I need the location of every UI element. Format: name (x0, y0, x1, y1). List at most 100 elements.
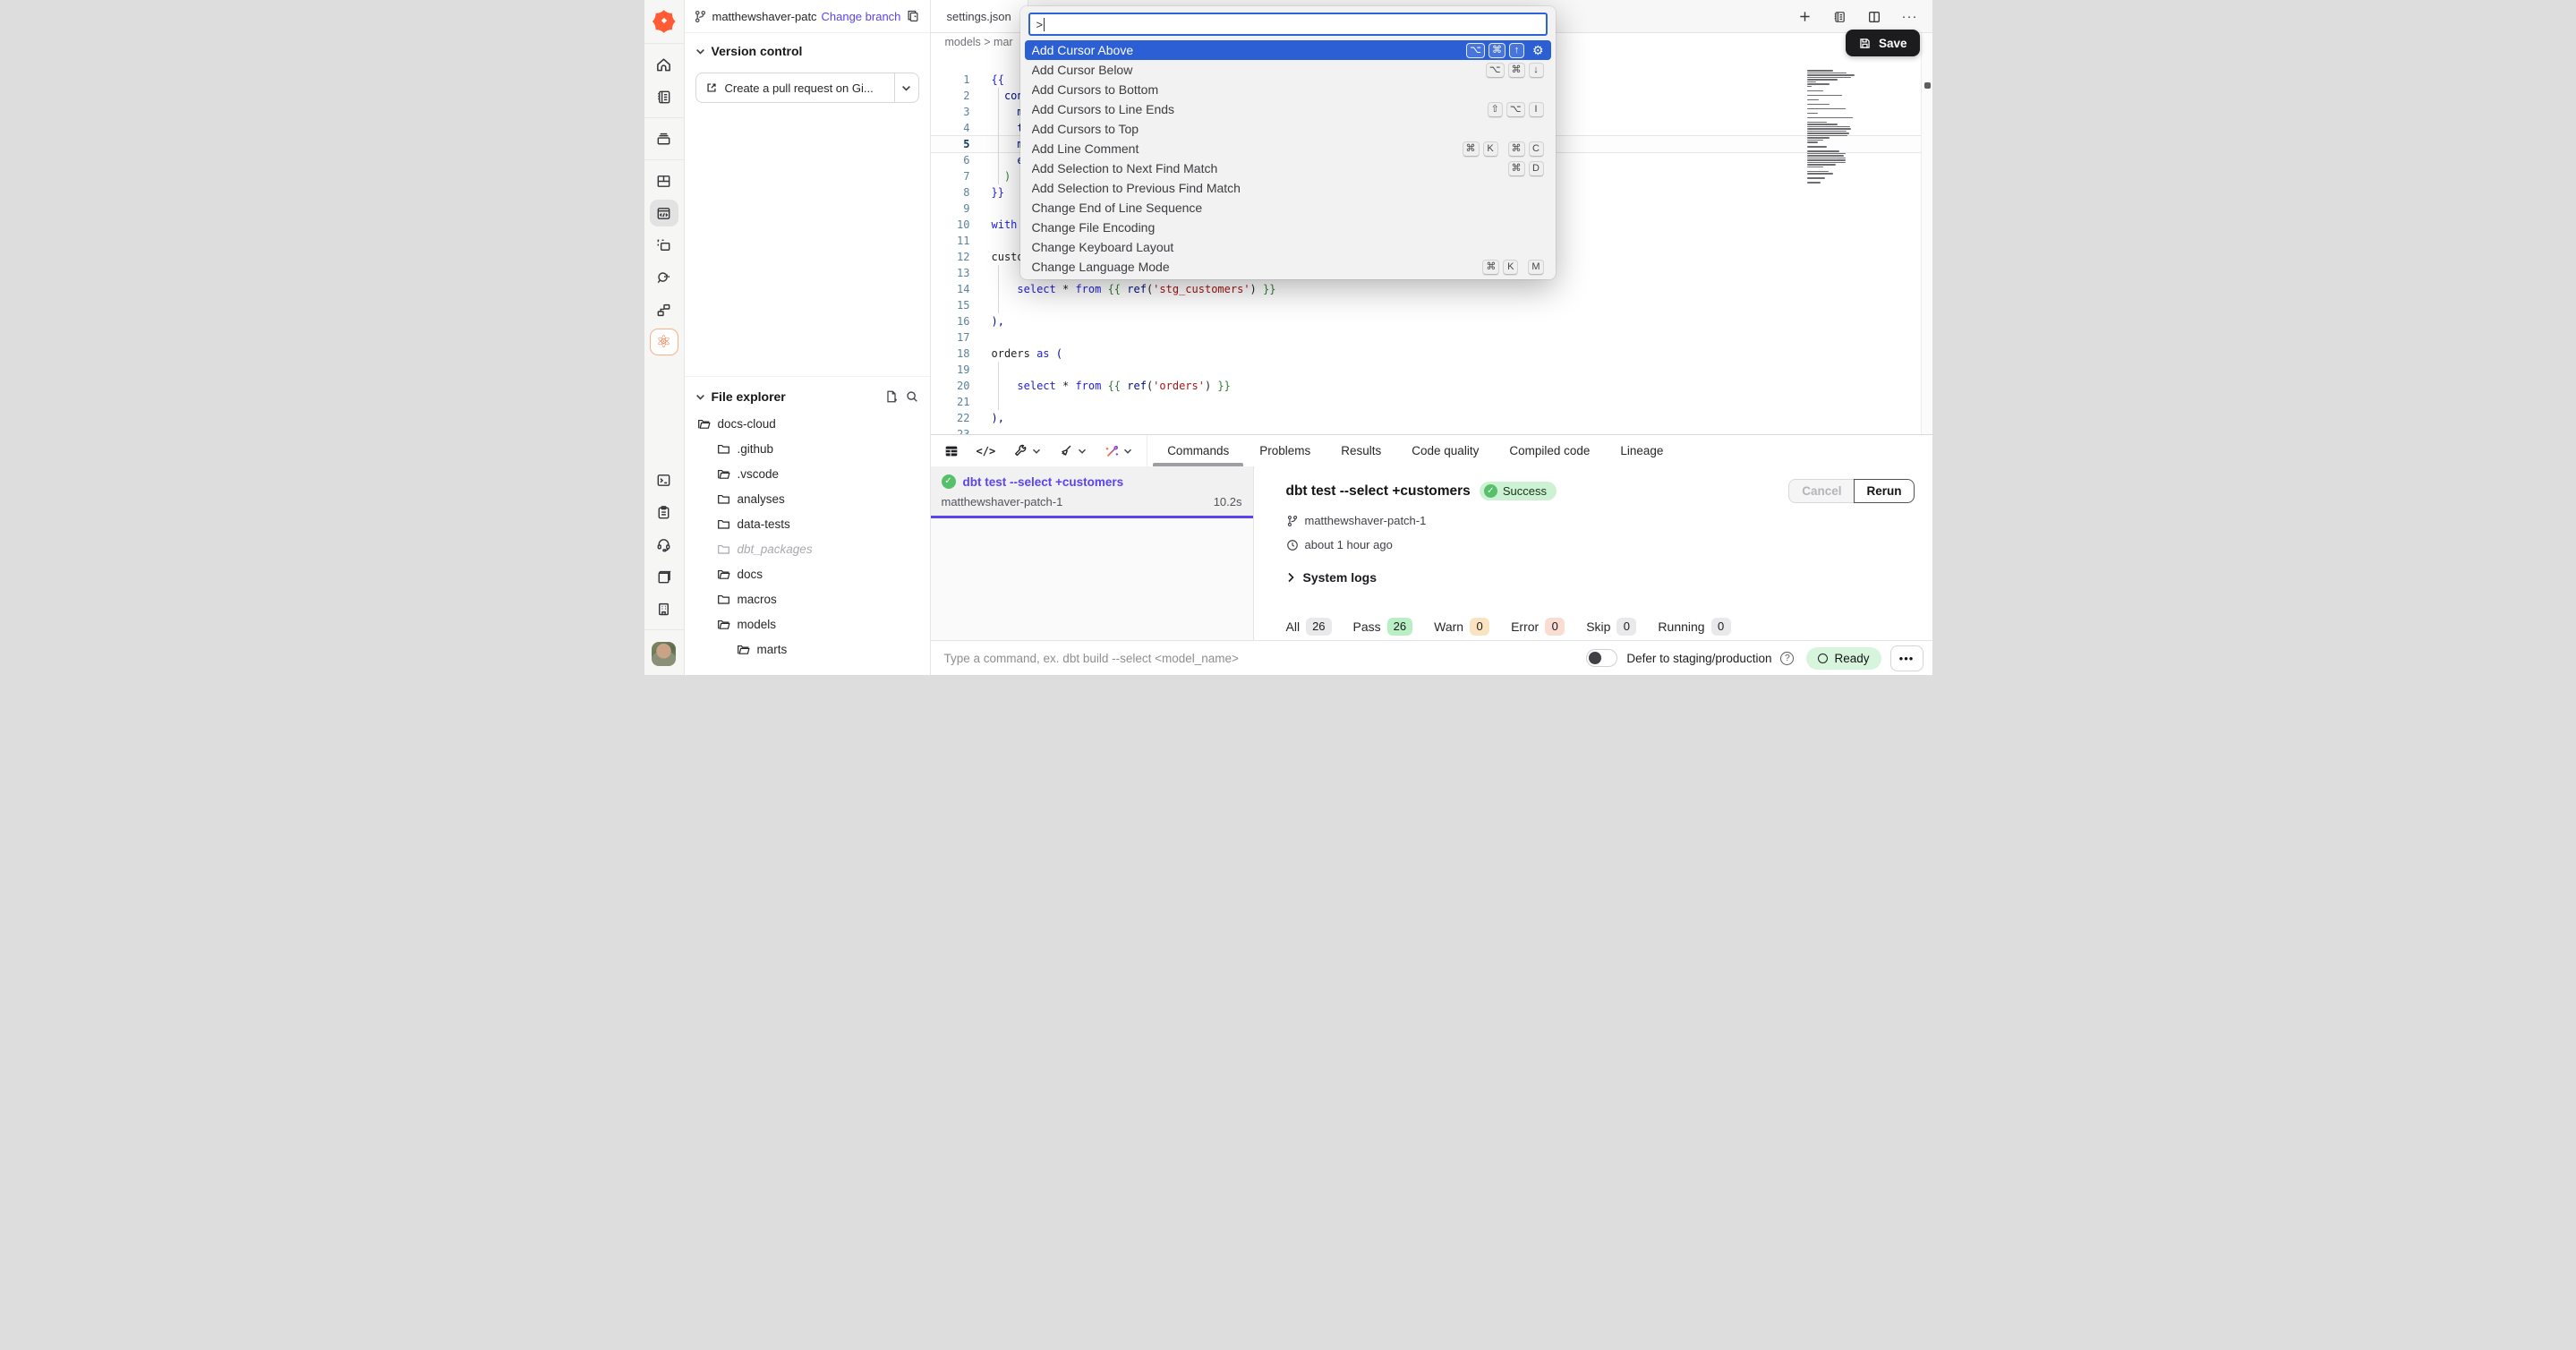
ready-status-pill[interactable]: Ready (1806, 647, 1881, 670)
filter-running[interactable]: Running0 (1658, 618, 1730, 636)
tree-item-data-tests[interactable]: data-tests (685, 511, 930, 536)
clipboard-icon[interactable] (650, 499, 678, 525)
palette-item[interactable]: Add Selection to Next Find Match⌘D (1025, 158, 1551, 178)
tree-item-marts[interactable]: marts (685, 637, 930, 662)
tree-item-models[interactable]: models (685, 611, 930, 637)
history-item[interactable]: ✓ dbt test --select +customers matthewsh… (931, 466, 1253, 518)
tree-item-docs[interactable]: docs (685, 561, 930, 586)
preview-table-icon[interactable] (943, 443, 960, 459)
palette-item[interactable]: Add Cursors to Line Ends⇧⌥I (1025, 99, 1551, 119)
apps-link-icon[interactable] (650, 296, 678, 323)
dashboard-icon[interactable] (650, 167, 678, 194)
tree-item-.github[interactable]: .github (685, 436, 930, 461)
palette-item[interactable]: Change Keyboard Layout (1025, 237, 1551, 257)
palette-item[interactable]: Add Cursor Below⌥⌘↓ (1025, 60, 1551, 80)
tree-item-docs-cloud[interactable]: docs-cloud (685, 411, 930, 436)
copilot-wand-icon[interactable] (1104, 443, 1132, 459)
organization-icon[interactable] (650, 595, 678, 622)
command-palette-input[interactable]: > (1028, 13, 1548, 36)
code-editor-icon[interactable] (650, 200, 678, 226)
tab-settings-json[interactable]: settings.json (931, 0, 1028, 32)
filter-skip[interactable]: Skip0 (1586, 618, 1636, 636)
filter-warn[interactable]: Warn0 (1434, 618, 1489, 636)
palette-item[interactable]: Add Cursor Above⌥⌘↑⚙ (1025, 40, 1551, 60)
defer-toggle[interactable] (1586, 649, 1617, 667)
tab-results[interactable]: Results (1339, 435, 1383, 466)
chevron-down-icon[interactable] (1123, 447, 1132, 456)
palette-item[interactable]: Change End of Line Sequence (1025, 198, 1551, 218)
palette-item[interactable]: Change Language Mode⌘KM (1025, 257, 1551, 277)
notebook-panel-icon[interactable] (1832, 10, 1847, 24)
search-icon[interactable] (905, 389, 919, 404)
editor-minimap[interactable] (1807, 70, 1884, 190)
terminal-icon[interactable] (650, 466, 678, 493)
chevron-down-icon[interactable] (1078, 447, 1087, 456)
filter-all[interactable]: All26 (1286, 618, 1332, 636)
docs-book-icon[interactable] (650, 563, 678, 590)
code-line[interactable]: 22), (931, 410, 1921, 426)
system-logs-toggle[interactable]: System logs (1286, 570, 1915, 585)
editor-scrollbar[interactable] (1921, 33, 1932, 434)
tree-item-analyses[interactable]: analyses (685, 486, 930, 511)
canvas-icon[interactable] (650, 232, 678, 259)
tab-lineage[interactable]: Lineage (1618, 435, 1665, 466)
split-editor-icon[interactable] (1867, 10, 1881, 24)
tree-item-dbt_packages[interactable]: dbt_packages (685, 536, 930, 561)
palette-item[interactable]: Add Cursors to Bottom (1025, 80, 1551, 99)
palette-item[interactable]: Add Selection to Previous Find Match (1025, 178, 1551, 198)
notebook-icon[interactable] (650, 83, 678, 110)
code-line[interactable]: 15 (931, 297, 1921, 313)
create-pr-button[interactable]: Create a pull request on Gi... (695, 73, 919, 103)
code-line[interactable]: 16), (931, 313, 1921, 329)
chevron-down-icon[interactable] (695, 392, 705, 402)
palette-item[interactable]: Add Cursors to Top (1025, 119, 1551, 139)
help-icon[interactable]: ? (1780, 652, 1794, 665)
palette-item-label: Add Line Comment (1032, 141, 1453, 156)
cancel-button[interactable]: Cancel (1788, 479, 1855, 503)
chevron-down-icon[interactable] (695, 47, 705, 56)
home-icon[interactable] (650, 51, 678, 78)
more-actions-button[interactable]: ••• (1890, 645, 1923, 671)
filter-error[interactable]: Error0 (1511, 618, 1565, 636)
more-options-icon[interactable]: ··· (1902, 9, 1918, 24)
code-line[interactable]: 21 (931, 394, 1921, 410)
tree-item-.vscode[interactable]: .vscode (685, 461, 930, 486)
pr-dropdown-caret[interactable] (894, 73, 918, 102)
tab-commands[interactable]: Commands (1165, 435, 1231, 466)
chevron-down-icon[interactable] (1032, 447, 1041, 456)
explore-search-icon[interactable] (650, 264, 678, 291)
compile-code-icon[interactable]: </> (977, 445, 996, 457)
tab-problems[interactable]: Problems (1258, 435, 1312, 466)
change-branch-link[interactable]: Change branch (822, 10, 901, 23)
inbox-icon[interactable] (650, 125, 678, 152)
copy-icon[interactable] (906, 9, 920, 23)
format-broom-icon[interactable] (1058, 443, 1087, 459)
user-avatar[interactable] (652, 642, 676, 666)
code-line[interactable]: 19 (931, 362, 1921, 378)
tree-item-macros[interactable]: macros (685, 586, 930, 611)
tab-compiled-code[interactable]: Compiled code (1507, 435, 1591, 466)
build-wrench-icon[interactable] (1012, 443, 1041, 459)
palette-item[interactable]: Change File Encoding (1025, 218, 1551, 237)
code-line[interactable]: 14 select * from {{ ref('stg_customers')… (931, 281, 1921, 297)
dbt-logo-icon[interactable] (652, 8, 677, 33)
code-line[interactable]: 20 select * from {{ ref('orders') }} (931, 378, 1921, 394)
command-input[interactable]: Type a command, ex. dbt build --select <… (944, 652, 1239, 665)
code-line[interactable]: 23 (931, 426, 1921, 434)
palette-item[interactable]: Add Line Comment⌘K⌘C (1025, 139, 1551, 158)
dbt-copilot-atom-icon[interactable]: ⚛ (650, 329, 678, 355)
scrollbar-thumb[interactable] (1924, 82, 1931, 89)
rerun-button[interactable]: Rerun (1854, 479, 1914, 503)
save-button[interactable]: Save (1846, 30, 1920, 56)
code-line[interactable]: 18orders as ( (931, 346, 1921, 362)
new-tab-plus-icon[interactable] (1798, 10, 1812, 23)
new-file-icon[interactable] (884, 389, 899, 404)
support-headset-icon[interactable] (650, 531, 678, 558)
line-number: 20 (931, 380, 970, 392)
filter-pass[interactable]: Pass26 (1353, 618, 1413, 636)
line-number: 17 (931, 331, 970, 344)
tab-code-quality[interactable]: Code quality (1410, 435, 1480, 466)
code-line[interactable]: 17 (931, 329, 1921, 346)
gear-icon[interactable]: ⚙ (1532, 44, 1544, 56)
minimap-line (1807, 140, 1824, 141)
